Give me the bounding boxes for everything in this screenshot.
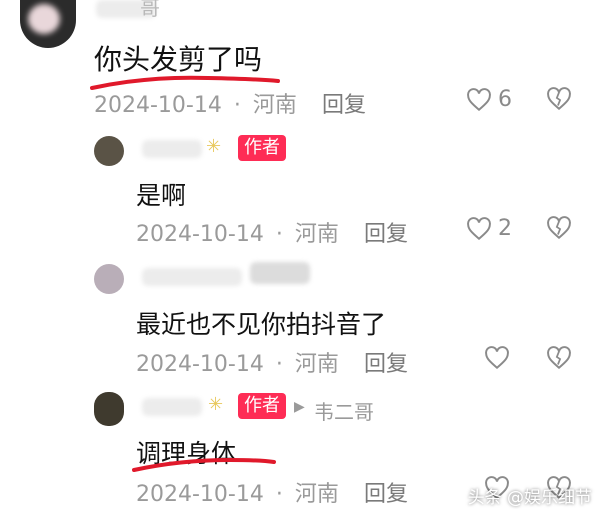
username-blur — [142, 140, 202, 158]
comment-location: 河南 — [294, 222, 339, 247]
highlight-underline — [132, 457, 276, 472]
heart-icon — [467, 87, 491, 111]
reply-button[interactable]: 回复 — [364, 216, 408, 248]
username[interactable]: 哥 — [140, 0, 160, 21]
avatar[interactable] — [94, 392, 124, 426]
separator: · — [275, 352, 283, 377]
avatar[interactable] — [94, 264, 124, 294]
like-count: 2 — [498, 216, 512, 241]
like-count: 6 — [498, 87, 512, 112]
reply-button[interactable]: 回复 — [364, 346, 408, 378]
broken-heart-icon[interactable] — [546, 216, 572, 240]
avatar[interactable] — [20, 0, 76, 48]
watermark: 头条 @娱乐细节 — [467, 488, 592, 508]
separator: · — [233, 93, 241, 118]
broken-heart-icon[interactable] — [546, 87, 572, 111]
comment-text: 最近也不见你拍抖音了 — [136, 310, 387, 339]
like-button[interactable]: 6 — [466, 87, 512, 112]
username-blur — [142, 398, 202, 416]
play-arrow-icon: ▶ — [294, 399, 305, 415]
avatar[interactable] — [94, 136, 124, 166]
comment-location: 河南 — [252, 93, 297, 118]
author-badge: 作者 — [238, 135, 286, 161]
reply-button[interactable]: 回复 — [364, 476, 408, 508]
comment-location: 河南 — [294, 352, 339, 377]
comment-date: 2024-10-14 — [136, 352, 264, 377]
comment-meta: 2024-10-14 · 河南 — [136, 216, 339, 248]
comment-date: 2024-10-14 — [136, 482, 264, 507]
comment-date: 2024-10-14 — [94, 93, 222, 118]
comment-location: 河南 — [294, 482, 339, 507]
sparkle-icon: ✳ — [206, 136, 222, 157]
sparkle-icon: ✳ — [208, 394, 224, 415]
comment-text: 是啊 — [136, 181, 187, 210]
username-blur — [142, 268, 242, 286]
comment-meta: 2024-10-14 · 河南 — [136, 476, 339, 508]
comment-meta: 2024-10-14 · 河南 — [136, 346, 339, 378]
heart-icon — [485, 346, 509, 370]
comment-meta: 2024-10-14 · 河南 — [94, 87, 297, 119]
separator: · — [275, 482, 283, 507]
separator: · — [275, 222, 283, 247]
author-badge: 作者 — [238, 393, 286, 419]
like-button[interactable]: 2 — [466, 216, 512, 241]
like-button[interactable] — [484, 346, 510, 370]
heart-icon — [467, 216, 491, 240]
username-blur — [250, 262, 310, 284]
comment-date: 2024-10-14 — [136, 222, 264, 247]
reply-button[interactable]: 回复 — [322, 87, 366, 119]
reply-to-username[interactable]: 韦二哥 — [314, 396, 374, 425]
broken-heart-icon[interactable] — [546, 346, 572, 370]
